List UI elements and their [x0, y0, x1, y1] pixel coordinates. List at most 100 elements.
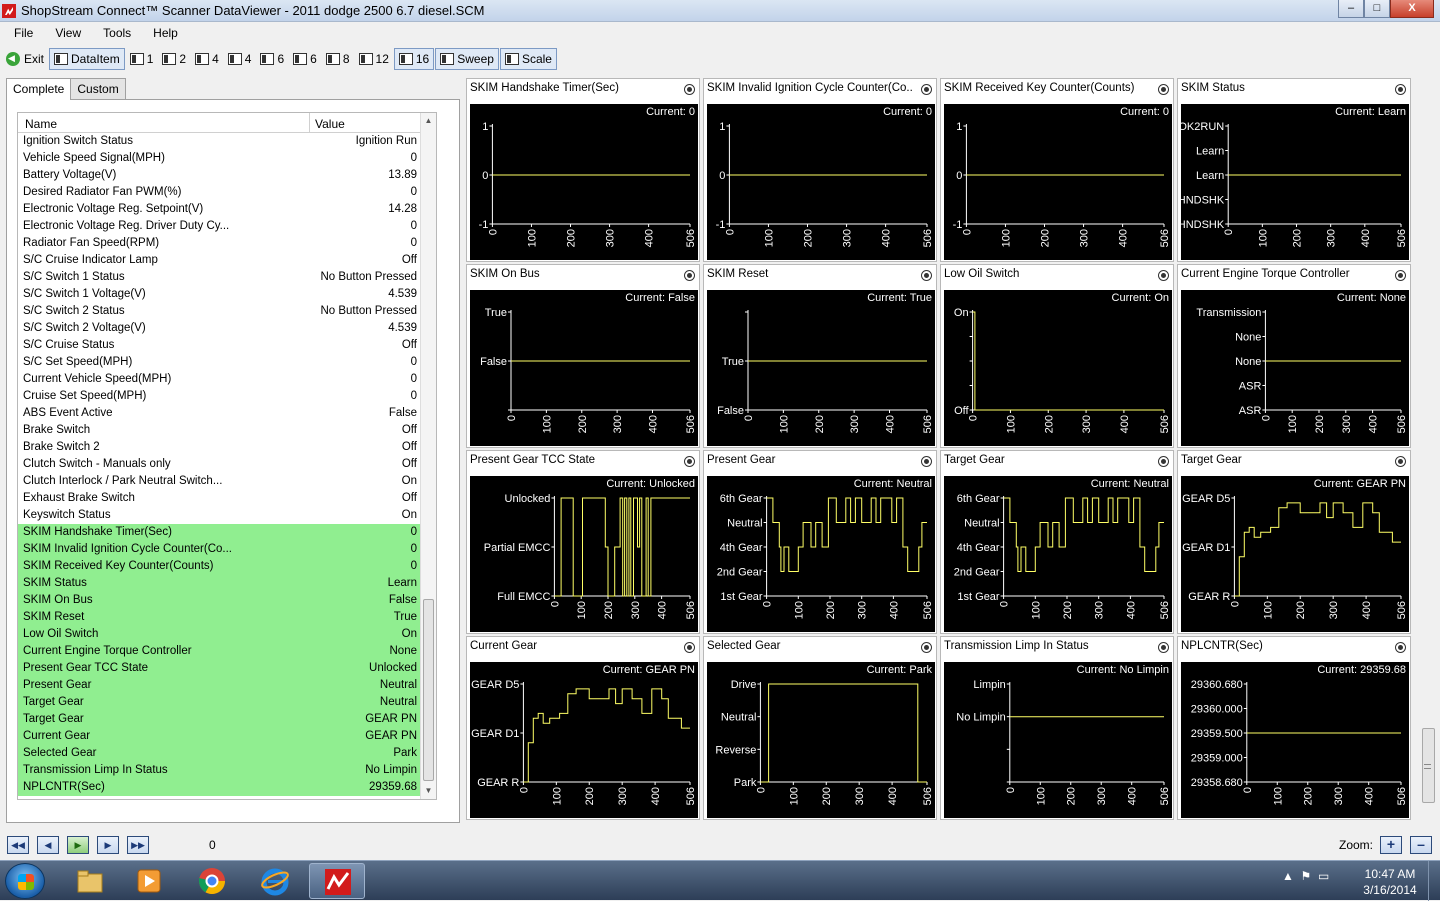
chart-options-icon[interactable] — [921, 84, 932, 95]
scale-button[interactable]: Scale — [499, 48, 557, 70]
play-button[interactable]: ▶ — [67, 836, 89, 854]
chart-options-icon[interactable] — [1395, 642, 1406, 653]
maximize-button[interactable]: □ — [1364, 0, 1390, 18]
taskbar-media-player[interactable] — [121, 863, 177, 899]
scroll-down-icon[interactable]: ▼ — [421, 783, 436, 799]
chart-options-icon[interactable] — [684, 84, 695, 95]
chart-panel[interactable]: Low Oil Switch Current: On On Off 0 100 200 300… — [940, 264, 1174, 448]
chart-scrollbar[interactable] — [1420, 78, 1437, 823]
sweep-button[interactable]: Sweep — [435, 48, 499, 70]
last-frame-button[interactable]: ▶▶ — [127, 836, 149, 854]
taskbar-internet-explorer[interactable] — [247, 863, 303, 899]
table-row[interactable]: SKIM Received Key Counter(Counts) 0 — [18, 558, 436, 575]
table-row[interactable]: Electronic Voltage Reg. Setpoint(V) 14.28 — [18, 201, 436, 218]
taskbar-shopstream[interactable] — [309, 863, 365, 899]
zoom-out-button[interactable]: – — [1410, 836, 1432, 854]
table-row[interactable]: Ignition Switch Status Ignition Run — [18, 133, 436, 150]
table-row[interactable]: Keyswitch Status On — [18, 507, 436, 524]
start-button[interactable] — [5, 863, 45, 899]
chart-panel[interactable]: Selected Gear Current: Park Drive Neutral Re… — [703, 636, 937, 820]
exit-button[interactable]: Exit — [2, 48, 48, 70]
menu-file[interactable]: File — [6, 23, 41, 45]
column-header-name[interactable]: Name — [18, 113, 310, 132]
chart-panel[interactable]: SKIM Status Current: Learn OK2RUN Learn Lear… — [1177, 78, 1411, 262]
chart-panel[interactable]: Present Gear Current: Neutral 6th Gear Neut… — [703, 450, 937, 634]
chart-options-icon[interactable] — [684, 456, 695, 467]
layout-6-button[interactable]: 6 — [256, 48, 288, 70]
chart-panel[interactable]: Present Gear TCC State Current: Unlocked U… — [466, 450, 700, 634]
table-row[interactable]: S/C Switch 1 Voltage(V) 4.539 — [18, 286, 436, 303]
tab-custom[interactable]: Custom — [70, 78, 126, 99]
table-row[interactable]: Clutch Interlock / Park Neutral Switch..… — [18, 473, 436, 490]
table-row[interactable]: Selected Gear Park — [18, 745, 436, 762]
chart-options-icon[interactable] — [921, 270, 932, 281]
table-row[interactable]: S/C Switch 2 Status No Button Pressed — [18, 303, 436, 320]
table-row[interactable]: Cruise Set Speed(MPH) 0 — [18, 388, 436, 405]
scroll-up-icon[interactable]: ▲ — [421, 113, 436, 129]
table-row[interactable]: Low Oil Switch On — [18, 626, 436, 643]
table-row[interactable]: SKIM On Bus False — [18, 592, 436, 609]
table-row[interactable]: Desired Radiator Fan PWM(%) 0 — [18, 184, 436, 201]
chart-options-icon[interactable] — [1395, 456, 1406, 467]
taskbar-explorer[interactable] — [62, 863, 118, 899]
table-row[interactable]: Battery Voltage(V) 13.89 — [18, 167, 436, 184]
dataitem-button[interactable]: DataItem — [49, 48, 125, 70]
grid-scroll-thumb[interactable] — [423, 599, 434, 781]
layout-12-button[interactable]: 12 — [355, 48, 393, 70]
table-row[interactable]: Exhaust Brake Switch Off — [18, 490, 436, 507]
chart-panel[interactable]: Target Gear Current: GEAR PN GEAR D5 GEAR D… — [1177, 450, 1411, 634]
show-desktop-button[interactable] — [1428, 861, 1440, 901]
table-row[interactable]: S/C Set Speed(MPH) 0 — [18, 354, 436, 371]
chart-options-icon[interactable] — [921, 456, 932, 467]
table-row[interactable]: SKIM Status Learn — [18, 575, 436, 592]
tab-complete[interactable]: Complete — [6, 78, 72, 100]
chart-options-icon[interactable] — [1158, 84, 1169, 95]
chart-options-icon[interactable] — [684, 642, 695, 653]
chart-panel[interactable]: NPLCNTR(Sec) Current: 29359.68 29360.680 29… — [1177, 636, 1411, 820]
table-row[interactable]: SKIM Invalid Ignition Cycle Counter(Co..… — [18, 541, 436, 558]
table-row[interactable]: Current Vehicle Speed(MPH) 0 — [18, 371, 436, 388]
taskbar-clock[interactable]: 10:47 AM 3/16/2014 — [1360, 866, 1420, 898]
layout-4-button[interactable]: 4 — [191, 48, 223, 70]
system-tray[interactable]: ▲ ⚑ ▭ — [1282, 869, 1329, 883]
table-row[interactable]: NPLCNTR(Sec) 29359.68 — [18, 779, 436, 796]
layout-6b-button[interactable]: 6 — [289, 48, 321, 70]
chart-panel[interactable]: Transmission Limp In Status Current: No L… — [940, 636, 1174, 820]
next-frame-button[interactable]: ▶ — [97, 836, 119, 854]
table-row[interactable]: Target Gear GEAR PN — [18, 711, 436, 728]
table-row[interactable]: SKIM Reset True — [18, 609, 436, 626]
table-row[interactable]: Electronic Voltage Reg. Driver Duty Cy..… — [18, 218, 436, 235]
table-row[interactable]: Brake Switch Off — [18, 422, 436, 439]
layout-2-button[interactable]: 2 — [158, 48, 190, 70]
chart-options-icon[interactable] — [684, 270, 695, 281]
grid-scrollbar[interactable]: ▲ ▼ — [420, 113, 436, 799]
chart-panel[interactable]: SKIM Handshake Timer(Sec) Current: 0 1 0 -1 0… — [466, 78, 700, 262]
table-row[interactable]: S/C Switch 2 Voltage(V) 4.539 — [18, 320, 436, 337]
table-row[interactable]: Vehicle Speed Signal(MPH) 0 — [18, 150, 436, 167]
table-row[interactable]: S/C Switch 1 Status No Button Pressed — [18, 269, 436, 286]
table-row[interactable]: S/C Cruise Indicator Lamp Off — [18, 252, 436, 269]
column-header-value[interactable]: Value — [310, 113, 422, 132]
chart-panel[interactable]: Current Gear Current: GEAR PN GEAR D5 GEAR … — [466, 636, 700, 820]
chart-panel[interactable]: SKIM On Bus Current: False True False 0 100 20… — [466, 264, 700, 448]
menu-tools[interactable]: Tools — [95, 23, 139, 45]
menu-help[interactable]: Help — [145, 23, 186, 45]
table-row[interactable]: SKIM Handshake Timer(Sec) 0 — [18, 524, 436, 541]
table-row[interactable]: ABS Event Active False — [18, 405, 436, 422]
table-row[interactable]: Current Engine Torque Controller None — [18, 643, 436, 660]
table-row[interactable]: Present Gear Neutral — [18, 677, 436, 694]
taskbar-chrome[interactable] — [184, 863, 240, 899]
table-row[interactable]: Clutch Switch - Manuals only Off — [18, 456, 436, 473]
chart-panel[interactable]: Current Engine Torque Controller Current:… — [1177, 264, 1411, 448]
chart-options-icon[interactable] — [1158, 456, 1169, 467]
zoom-in-button[interactable]: + — [1380, 836, 1402, 854]
table-row[interactable]: S/C Cruise Status Off — [18, 337, 436, 354]
table-row[interactable]: Current Gear GEAR PN — [18, 728, 436, 745]
table-row[interactable]: Radiator Fan Speed(RPM) 0 — [18, 235, 436, 252]
chart-options-icon[interactable] — [921, 642, 932, 653]
layout-16-button[interactable]: 16 — [393, 48, 435, 70]
chart-panel[interactable]: Target Gear Current: Neutral 6th Gear Neutr… — [940, 450, 1174, 634]
table-row[interactable]: Present Gear TCC State Unlocked — [18, 660, 436, 677]
close-button[interactable]: X — [1390, 0, 1434, 18]
layout-4b-button[interactable]: 4 — [224, 48, 256, 70]
